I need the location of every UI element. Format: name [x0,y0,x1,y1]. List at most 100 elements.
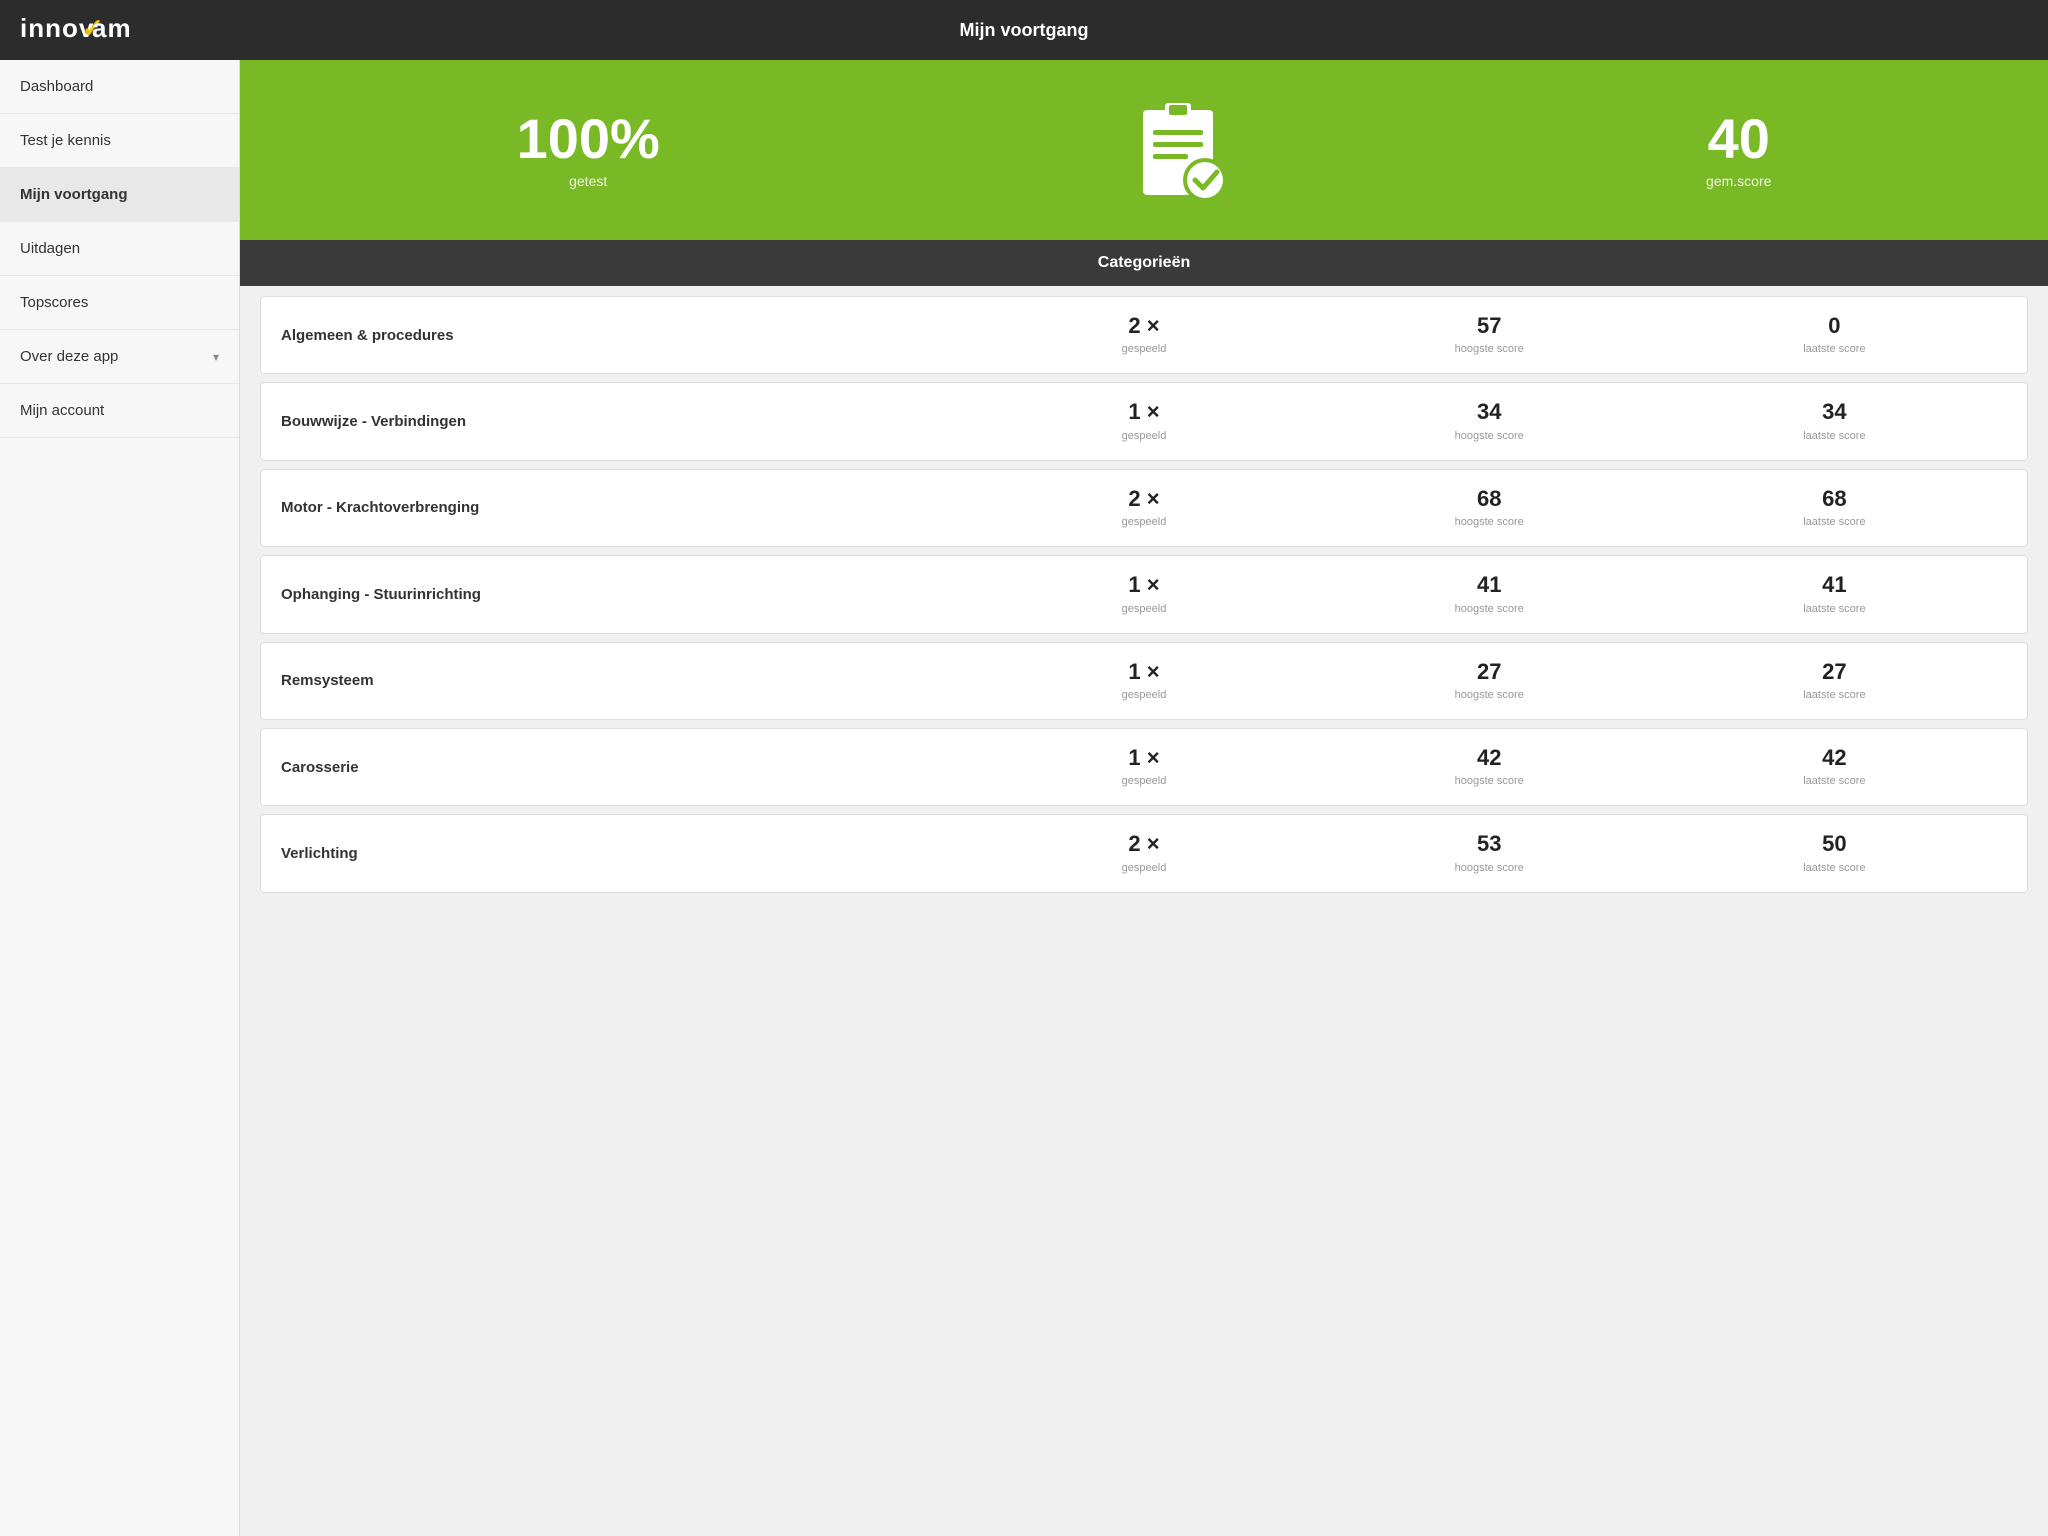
category-name: Ophanging - Stuurinrichting [281,586,971,603]
category-name: Motor - Krachtoverbrenging [281,499,971,516]
header-title: Mijn voortgang [960,20,1089,41]
hoogste-value: 68 [1317,486,1662,512]
stat-hoogste: 41 hoogste score [1317,572,1662,616]
hoogste-value: 27 [1317,659,1662,685]
clipboard-icon [1133,95,1233,205]
hoogste-label: hoogste score [1455,689,1524,701]
header: innov ✓ am Mijn voortgang [0,0,2048,60]
gespeeld-label: gespeeld [1122,343,1167,355]
table-row: Remsysteem 1 × gespeeld 27 hoogste score… [260,642,2028,720]
gespeeld-label: gespeeld [1122,516,1167,528]
stat-score: 40 gem.score [1706,111,1771,189]
gespeeld-label: gespeeld [1122,603,1167,615]
sidebar-item-test-je-kennis[interactable]: Test je kennis [0,114,239,168]
table-row: Bouwwijze - Verbindingen 1 × gespeeld 34… [260,382,2028,460]
category-name: Bouwwijze - Verbindingen [281,413,971,430]
laatste-label: laatste score [1803,343,1865,355]
laatste-value: 41 [1662,572,2007,598]
table-row: Carosserie 1 × gespeeld 42 hoogste score… [260,728,2028,806]
hoogste-value: 41 [1317,572,1662,598]
stat-gespeeld: 2 × gespeeld [971,486,1316,530]
category-name: Verlichting [281,845,971,862]
category-name: Remsysteem [281,672,971,689]
laatste-value: 68 [1662,486,2007,512]
stat-hoogste: 68 hoogste score [1317,486,1662,530]
stat-laatste: 27 laatste score [1662,659,2007,703]
percentage-label: getest [517,173,660,189]
score-label: gem.score [1706,173,1771,189]
gespeeld-label: gespeeld [1122,689,1167,701]
laatste-label: laatste score [1803,516,1865,528]
chevron-down-icon: ▾ [213,350,219,364]
stat-gespeeld: 1 × gespeeld [971,659,1316,703]
table-row: Ophanging - Stuurinrichting 1 × gespeeld… [260,555,2028,633]
laatste-value: 42 [1662,745,2007,771]
laatste-value: 34 [1662,399,2007,425]
stat-gespeeld: 1 × gespeeld [971,399,1316,443]
stat-hoogste: 34 hoogste score [1317,399,1662,443]
sidebar: DashboardTest je kennisMijn voortgangUit… [0,60,240,1536]
gespeeld-value: 1 × [971,399,1316,425]
gespeeld-value: 2 × [971,313,1316,339]
table-row: Motor - Krachtoverbrenging 2 × gespeeld … [260,469,2028,547]
gespeeld-value: 2 × [971,486,1316,512]
stat-laatste: 68 laatste score [1662,486,2007,530]
hoogste-value: 53 [1317,831,1662,857]
laatste-label: laatste score [1803,603,1865,615]
sidebar-item-topscores[interactable]: Topscores [0,276,239,330]
stat-gespeeld: 2 × gespeeld [971,313,1316,357]
stat-laatste: 0 laatste score [1662,313,2007,357]
sidebar-item-mijn-account[interactable]: Mijn account [0,384,239,438]
logo-text: innov ✓ am [20,9,140,52]
gespeeld-value: 1 × [971,659,1316,685]
gespeeld-label: gespeeld [1122,775,1167,787]
content-area: 100% getest [240,60,2048,1536]
table-row: Algemeen & procedures 2 × gespeeld 57 ho… [260,296,2028,374]
laatste-label: laatste score [1803,775,1865,787]
gespeeld-value: 2 × [971,831,1316,857]
laatste-value: 0 [1662,313,2007,339]
laatste-label: laatste score [1803,689,1865,701]
stat-percentage: 100% getest [517,111,660,189]
stat-gespeeld: 1 × gespeeld [971,572,1316,616]
gespeeld-value: 1 × [971,745,1316,771]
table-row: Verlichting 2 × gespeeld 53 hoogste scor… [260,814,2028,892]
stat-laatste: 34 laatste score [1662,399,2007,443]
sidebar-item-over-deze-app[interactable]: Over deze app▾ [0,330,239,384]
percentage-value: 100% [517,111,660,167]
main-layout: DashboardTest je kennisMijn voortgangUit… [0,60,2048,1536]
logo: innov ✓ am [20,9,140,52]
hoogste-label: hoogste score [1455,343,1524,355]
score-value: 40 [1706,111,1771,167]
category-name: Algemeen & procedures [281,327,971,344]
sidebar-item-uitdagen[interactable]: Uitdagen [0,222,239,276]
hoogste-label: hoogste score [1455,603,1524,615]
hoogste-value: 57 [1317,313,1662,339]
sidebar-item-dashboard[interactable]: Dashboard [0,60,239,114]
stat-hoogste: 27 hoogste score [1317,659,1662,703]
gespeeld-label: gespeeld [1122,862,1167,874]
stat-laatste: 41 laatste score [1662,572,2007,616]
hoogste-label: hoogste score [1455,862,1524,874]
stat-gespeeld: 2 × gespeeld [971,831,1316,875]
hoogste-label: hoogste score [1455,516,1524,528]
laatste-label: laatste score [1803,862,1865,874]
laatste-label: laatste score [1803,430,1865,442]
laatste-value: 27 [1662,659,2007,685]
sidebar-item-mijn-voortgang[interactable]: Mijn voortgang [0,168,239,222]
gespeeld-value: 1 × [971,572,1316,598]
stat-hoogste: 57 hoogste score [1317,313,1662,357]
stat-laatste: 50 laatste score [1662,831,2007,875]
stat-hoogste: 53 hoogste score [1317,831,1662,875]
hoogste-label: hoogste score [1455,430,1524,442]
category-name: Carosserie [281,759,971,776]
stat-laatste: 42 laatste score [1662,745,2007,789]
laatste-value: 50 [1662,831,2007,857]
svg-text:am: am [92,13,132,43]
hoogste-value: 42 [1317,745,1662,771]
stat-gespeeld: 1 × gespeeld [971,745,1316,789]
hoogste-label: hoogste score [1455,775,1524,787]
categories-header: Categorieën [240,240,2048,286]
hoogste-value: 34 [1317,399,1662,425]
stats-banner: 100% getest [240,60,2048,240]
